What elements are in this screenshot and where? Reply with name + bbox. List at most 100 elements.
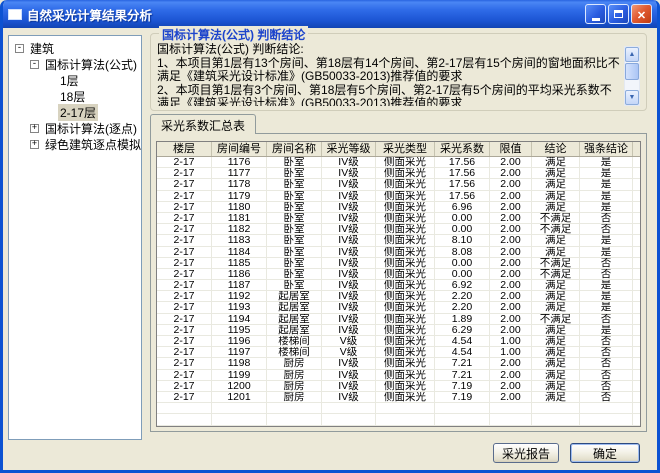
table-cell: 满足 [532, 347, 580, 357]
scrollbar-track[interactable] [625, 81, 639, 90]
col-header-type[interactable]: 采光类型 [376, 142, 435, 156]
col-header-room-id[interactable]: 房间编号 [212, 142, 267, 156]
table-row[interactable]: 2-171200厨房IV级侧面采光7.192.00满足否 [157, 381, 640, 392]
col-header-factor[interactable]: 采光系数 [435, 142, 490, 156]
table-cell: 17.56 [435, 179, 490, 189]
table-cell [157, 403, 212, 413]
table-row[interactable]: 2-171198厨房IV级侧面采光7.212.00满足否 [157, 358, 640, 369]
tree-item-label[interactable]: 1层 [58, 72, 81, 89]
tree-item-floor-1[interactable]: 1层 [9, 72, 141, 88]
table-row[interactable]: 2-171193起居室IV级侧面采光2.202.00满足是 [157, 302, 640, 313]
tree-item-label[interactable]: 18层 [58, 88, 87, 105]
col-header-room-name[interactable]: 房间名称 [267, 142, 322, 156]
table-cell: IV级 [322, 168, 376, 178]
table-row[interactable]: 2-171194起居室IV级侧面采光1.892.00不满足否 [157, 314, 640, 325]
table-cell: 否 [580, 381, 633, 391]
table-cell: 侧面采光 [376, 179, 435, 189]
table-row[interactable]: 2-171177卧室IV级侧面采光17.562.00满足是 [157, 168, 640, 179]
table-cell: 1182 [212, 224, 267, 234]
scroll-up-icon[interactable] [625, 47, 639, 62]
table-cell: 2-17 [157, 358, 212, 368]
table-row[interactable]: 2-171183卧室IV级侧面采光8.102.00满足是 [157, 235, 640, 246]
table-row[interactable]: 2-171178卧室IV级侧面采光17.562.00满足是 [157, 179, 640, 190]
table-row[interactable]: 2-171196楼梯间V级侧面采光4.541.00满足否 [157, 336, 640, 347]
table-row[interactable]: 2-171199厨房IV级侧面采光7.212.00满足否 [157, 370, 640, 381]
table-cell: 侧面采光 [376, 280, 435, 290]
tree-item-label[interactable]: 2-17层 [58, 104, 98, 121]
table-cell: 1195 [212, 325, 267, 335]
table-cell: 6.29 [435, 325, 490, 335]
table-cell: 卧室 [267, 224, 322, 234]
table-cell: 2.00 [490, 157, 532, 167]
table-row[interactable]: 2-171187卧室IV级侧面采光6.922.00满足是 [157, 280, 640, 291]
tree-item-green-sim[interactable]: + 绿色建筑逐点模拟 [9, 136, 141, 152]
table-row[interactable]: 2-171195起居室IV级侧面采光6.292.00满足是 [157, 325, 640, 336]
table-row[interactable]: 2-171180卧室IV级侧面采光6.962.00满足是 [157, 202, 640, 213]
table-cell: 侧面采光 [376, 191, 435, 201]
close-button[interactable] [631, 4, 652, 24]
scroll-down-icon[interactable] [625, 90, 639, 105]
tree-item-gb-formula[interactable]: -国标计算法(公式) [9, 56, 141, 72]
table-cell: 2.00 [490, 258, 532, 268]
table-cell: 1199 [212, 370, 267, 380]
table-cell: 侧面采光 [376, 314, 435, 324]
tree-item-floor-2-17[interactable]: 2-17层 [9, 104, 141, 120]
collapse-icon[interactable]: - [30, 60, 39, 69]
tree-item-building[interactable]: -建筑 [9, 40, 141, 56]
table-row[interactable]: 2-171201厨房IV级侧面采光7.192.00满足否 [157, 392, 640, 403]
scrollbar-thumb[interactable] [625, 63, 639, 80]
table-cell: 1179 [212, 191, 267, 201]
table-cell [212, 414, 267, 424]
table-cell: 1194 [212, 314, 267, 324]
tree-connector [45, 76, 54, 85]
conclusion-scrollbar[interactable] [624, 46, 640, 106]
table-row[interactable]: 2-171182卧室IV级侧面采光0.002.00不满足否 [157, 224, 640, 235]
table-cell: 卧室 [267, 235, 322, 245]
table-cell: 2-17 [157, 168, 212, 178]
table-empty-row [157, 403, 640, 414]
table-row[interactable]: 2-171192起居室IV级侧面采光2.202.00满足是 [157, 291, 640, 302]
tree-item-floor-18[interactable]: 18层 [9, 88, 141, 104]
table-row[interactable]: 2-171186卧室IV级侧面采光0.002.00不满足否 [157, 269, 640, 280]
table-row[interactable]: 2-171197楼梯间V级侧面采光4.541.00满足否 [157, 347, 640, 358]
minimize-button[interactable] [585, 4, 606, 24]
table-cell: 1187 [212, 280, 267, 290]
table-cell: 侧面采光 [376, 168, 435, 178]
ok-button[interactable]: 确定 [570, 443, 640, 463]
collapse-icon[interactable]: - [15, 44, 24, 53]
maximize-button[interactable] [608, 4, 629, 24]
table-row[interactable]: 2-171179卧室IV级侧面采光17.562.00满足是 [157, 191, 640, 202]
table-cell: 4.54 [435, 336, 490, 346]
expand-icon[interactable]: + [30, 140, 39, 149]
expand-icon[interactable]: + [30, 124, 39, 133]
tree-item-label[interactable]: 国标计算法(公式) [43, 56, 139, 73]
table-row[interactable]: 2-171181卧室IV级侧面采光0.002.00不满足否 [157, 213, 640, 224]
table-cell: 否 [580, 269, 633, 279]
tree-item-label[interactable]: 绿色建筑逐点模拟 [43, 136, 142, 153]
col-header-floor[interactable]: 楼层 [157, 142, 212, 156]
col-header-mandatory[interactable]: 强条结论 [580, 142, 633, 156]
col-header-conclusion[interactable]: 结论 [532, 142, 580, 156]
table-row[interactable]: 2-171176卧室IV级侧面采光17.562.00满足是 [157, 157, 640, 168]
daylight-report-button[interactable]: 采光报告 [493, 443, 559, 463]
tree-view[interactable]: -建筑-国标计算法(公式)1层18层2-17层+国标计算法(逐点)+绿色建筑逐点… [8, 35, 142, 440]
tab-daylight-summary[interactable]: 采光系数汇总表 [150, 114, 256, 134]
table-cell-filler [633, 168, 640, 178]
col-header-grade[interactable]: 采光等级 [322, 142, 376, 156]
tree-item-label[interactable]: 建筑 [28, 40, 56, 57]
table-cell: 1196 [212, 336, 267, 346]
table-cell: 起居室 [267, 291, 322, 301]
tree-item-label[interactable]: 国标计算法(逐点) [43, 120, 139, 137]
table-cell: IV级 [322, 247, 376, 257]
title-bar[interactable]: 自然采光计算结果分析 [3, 0, 657, 28]
tree-item-gb-point[interactable]: + 国标计算法(逐点) [9, 120, 141, 136]
table-cell [322, 403, 376, 413]
table-row[interactable]: 2-171184卧室IV级侧面采光8.082.00满足是 [157, 247, 640, 258]
table-cell: 卧室 [267, 258, 322, 268]
table-cell-filler [633, 235, 640, 245]
table-cell: 不满足 [532, 269, 580, 279]
col-header-limit[interactable]: 限值 [490, 142, 532, 156]
table-cell: 2-17 [157, 314, 212, 324]
table-cell [532, 414, 580, 424]
table-row[interactable]: 2-171185卧室IV级侧面采光0.002.00不满足否 [157, 258, 640, 269]
